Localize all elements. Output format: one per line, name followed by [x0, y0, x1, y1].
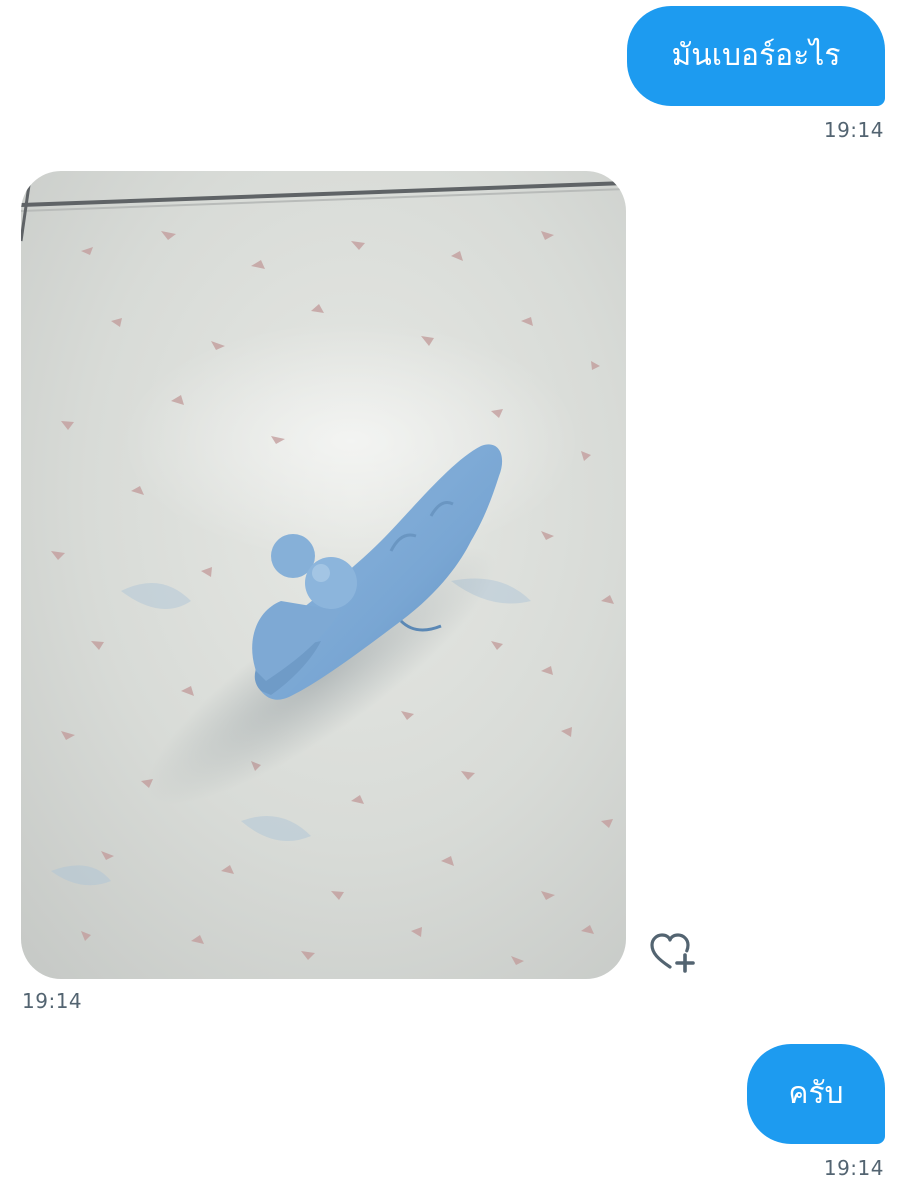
message-timestamp: 19:14: [823, 118, 884, 142]
heart-plus-icon[interactable]: [648, 931, 698, 975]
message-timestamp: 19:14: [22, 989, 83, 1013]
message-timestamp: 19:14: [823, 1156, 884, 1180]
message-photo[interactable]: [21, 171, 626, 979]
photo-image: [21, 171, 626, 979]
message-text: ครับ: [788, 1076, 844, 1111]
message-bubble-outgoing[interactable]: มันเบอร์อะไร: [627, 6, 885, 106]
message-text: มันเบอร์อะไร: [671, 38, 841, 73]
message-bubble-outgoing[interactable]: ครับ: [747, 1044, 885, 1144]
